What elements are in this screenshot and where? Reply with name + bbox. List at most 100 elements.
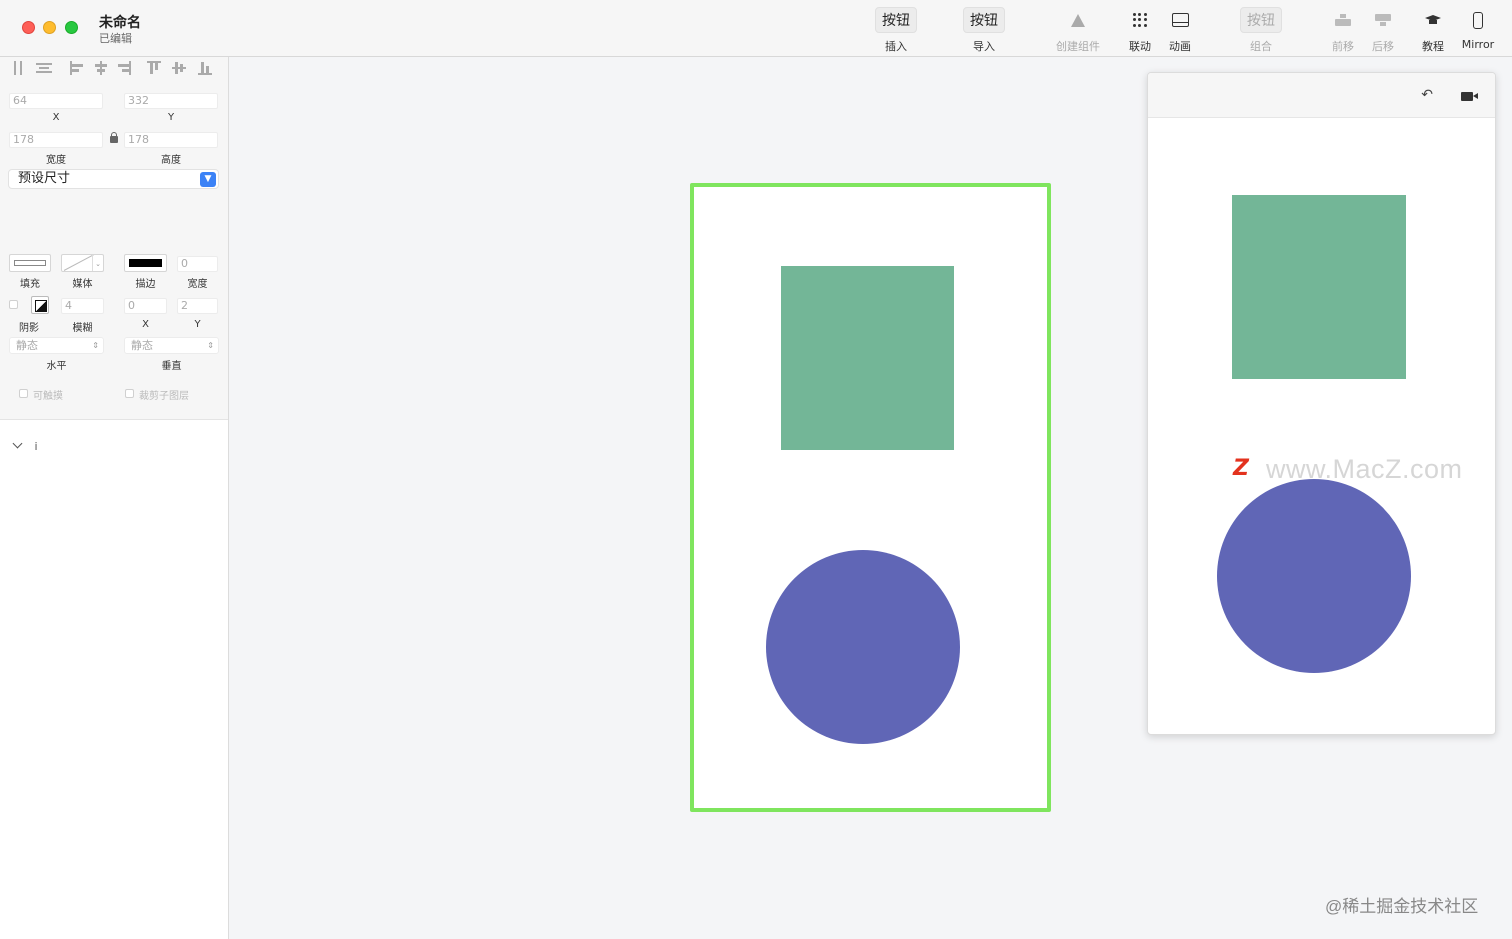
align-center-vertical-icon[interactable] (172, 61, 186, 75)
create-component-button[interactable]: 创建组件 (1052, 8, 1104, 54)
media-swatch[interactable]: ⌄ (61, 254, 104, 272)
stroke-width-label: 宽度 (187, 279, 208, 290)
send-backward-label: 后移 (1372, 40, 1394, 53)
layers-panel: i (0, 419, 228, 939)
distribute-horizontal-icon[interactable] (12, 61, 26, 75)
shadow-x-field[interactable]: 0 (124, 298, 167, 314)
animation-button[interactable]: 动画 (1166, 8, 1194, 54)
preview-toolbar: ↶ (1148, 73, 1495, 118)
touchable-checkbox[interactable] (19, 389, 28, 398)
undo-icon[interactable]: ↶ (1421, 87, 1433, 103)
insert-label: 插入 (885, 40, 907, 53)
shadow-y-field[interactable]: 2 (177, 298, 218, 314)
preview-green-square (1232, 195, 1406, 379)
vertical-constraint-select[interactable]: 静态 ⇕ (124, 337, 219, 354)
import-button-face: 按钮 (963, 7, 1005, 33)
zoom-window-button[interactable] (65, 21, 78, 34)
x-position-label: X (52, 112, 60, 123)
vertical-label: 垂直 (161, 361, 182, 372)
minimize-window-button[interactable] (43, 21, 56, 34)
preview-window: ↶ (1147, 72, 1496, 735)
send-backward-icon (1375, 14, 1391, 26)
link-label: 联动 (1129, 40, 1151, 53)
mirror-label: Mirror (1461, 38, 1495, 51)
align-right-icon[interactable] (117, 61, 131, 75)
tutorial-button[interactable]: 教程 (1419, 8, 1447, 54)
stroke-width-field[interactable]: 0 (177, 256, 218, 272)
y-position-field[interactable]: 332 (124, 93, 218, 109)
blue-circle-layer[interactable] (766, 550, 960, 744)
preview-blue-circle (1217, 479, 1411, 673)
chevron-down-icon: ▼ (200, 172, 216, 187)
bring-forward-button[interactable]: 前移 (1329, 8, 1357, 54)
shadow-checkbox[interactable] (9, 300, 18, 309)
graduation-cap-icon (1424, 14, 1442, 26)
layer-name: i (34, 440, 38, 453)
group-button[interactable]: 按钮 组合 (1239, 7, 1283, 54)
watermark-site: www.MacZ.com (1266, 454, 1463, 484)
video-camera-icon[interactable] (1461, 92, 1478, 101)
preset-size-value: 预设尺寸 (18, 171, 71, 186)
shadow-x-label: X (142, 319, 149, 330)
horizontal-label: 水平 (46, 361, 67, 372)
width-field[interactable]: 178 (9, 132, 103, 148)
y-position-label: Y (167, 112, 175, 123)
create-component-label: 创建组件 (1056, 40, 1100, 53)
document-status: 已编辑 (99, 32, 132, 45)
shadow-color-swatch[interactable] (31, 296, 49, 314)
blur-field[interactable]: 4 (61, 298, 104, 314)
close-window-button[interactable] (22, 21, 35, 34)
bring-forward-label: 前移 (1332, 40, 1354, 53)
fill-label: 填充 (20, 279, 40, 290)
send-backward-button[interactable]: 后移 (1369, 8, 1397, 54)
clip-sublayers-checkbox[interactable] (125, 389, 134, 398)
align-center-horizontal-icon[interactable] (94, 61, 108, 75)
align-top-icon[interactable] (147, 61, 161, 75)
artboard[interactable] (690, 183, 1051, 812)
shadow-label: 阴影 (19, 323, 39, 334)
watermark-corner: @稀土掘金技术社区 (1325, 897, 1479, 916)
fill-swatch[interactable] (9, 254, 51, 272)
shadow-y-label: Y (194, 319, 201, 330)
clip-sublayers-label: 裁剪子图层 (139, 391, 189, 402)
chevron-down-icon: ⌄ (92, 255, 103, 271)
stroke-label: 描边 (135, 279, 156, 290)
blur-label: 模糊 (72, 323, 93, 334)
title-bar: 未命名 已编辑 按钮 插入 按钮 导入 创建组件 联动 动画 按钮 组合 前移 … (0, 0, 1512, 57)
phone-icon (1473, 11, 1483, 29)
vertical-constraint-value: 静态 (131, 339, 153, 352)
updown-icon: ⇕ (207, 341, 214, 350)
animation-label: 动画 (1169, 40, 1191, 53)
horizontal-constraint-select[interactable]: 静态 ⇕ (9, 337, 104, 354)
distribute-vertical-icon[interactable] (36, 61, 52, 75)
group-button-face: 按钮 (1240, 7, 1282, 33)
inspector-panel: 64 X 332 Y 178 宽度 178 高度 预设尺寸 ▼ 填充 ⌄ 媒体 … (0, 57, 229, 939)
height-label: 高度 (161, 155, 181, 166)
mirror-button[interactable]: Mirror (1458, 8, 1498, 54)
dots-grid-icon (1133, 13, 1147, 27)
link-button[interactable]: 联动 (1126, 8, 1154, 54)
watermark-logo: Z (1233, 456, 1249, 481)
touchable-label: 可触摸 (33, 391, 63, 402)
green-square-layer[interactable] (781, 266, 954, 450)
align-bottom-icon[interactable] (198, 61, 212, 75)
document-title: 未命名 (99, 15, 141, 31)
preset-size-select[interactable]: 预设尺寸 ▼ (8, 169, 219, 189)
insert-button-face: 按钮 (875, 7, 917, 33)
media-label: 媒体 (72, 279, 93, 290)
layer-item[interactable]: i (12, 438, 38, 453)
updown-icon: ⇕ (92, 341, 99, 350)
import-button[interactable]: 按钮 导入 (962, 7, 1006, 54)
import-label: 导入 (973, 40, 995, 53)
chevron-down-icon[interactable] (12, 438, 23, 449)
bring-forward-icon (1335, 14, 1351, 26)
stroke-swatch[interactable] (124, 254, 167, 272)
height-field[interactable]: 178 (124, 132, 218, 148)
insert-button[interactable]: 按钮 插入 (874, 7, 918, 54)
group-label: 组合 (1250, 40, 1272, 53)
tutorial-label: 教程 (1422, 40, 1444, 53)
animation-icon (1171, 13, 1189, 27)
component-triangle-icon (1071, 13, 1085, 27)
align-left-icon[interactable] (70, 61, 84, 75)
x-position-field[interactable]: 64 (9, 93, 103, 109)
